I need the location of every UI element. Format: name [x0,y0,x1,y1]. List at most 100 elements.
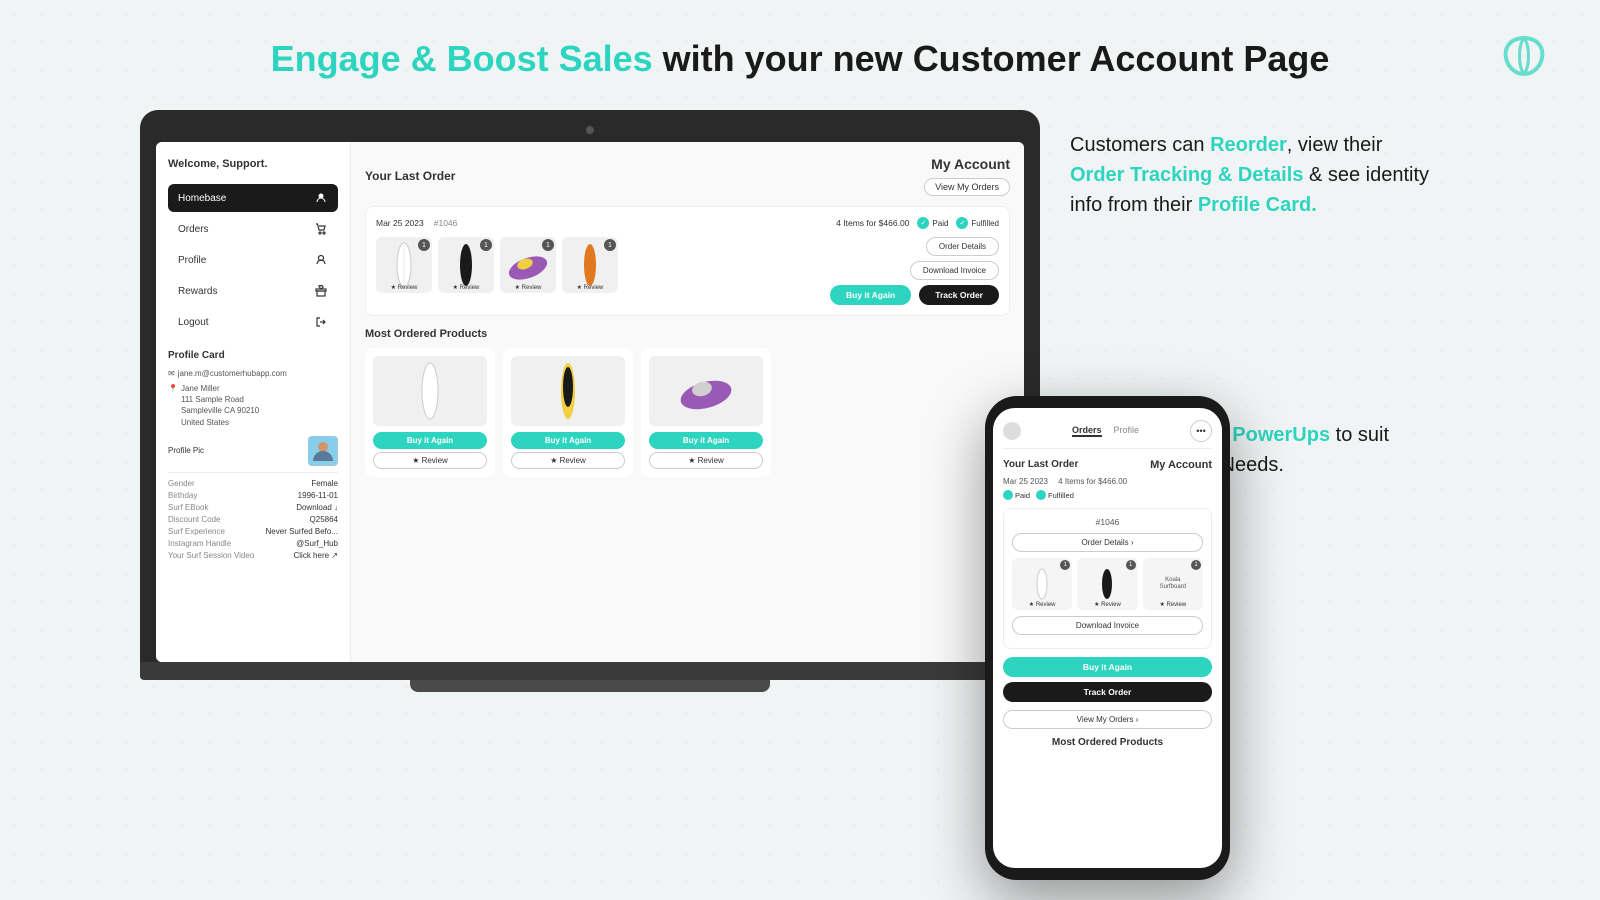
product-img-3 [649,356,763,426]
product2-buy-button[interactable]: Buy it Again [511,432,625,449]
item1-badge: 1 [418,239,430,251]
nav-profile[interactable]: Profile [168,246,338,274]
instagram-label: Instagram Handle [168,539,231,548]
product1-buy-button[interactable]: Buy it Again [373,432,487,449]
right-text-1: Customers can Reorder, view their Order … [1070,130,1430,220]
product-img-1 [373,356,487,426]
profile-pic-row: Profile Pic [168,436,338,473]
phone-buy-again-button[interactable]: Buy it Again [1003,657,1212,677]
paid-label: Paid [932,219,948,228]
product3-review-button[interactable]: ★ Review [649,452,763,469]
teal-reorder: Reorder [1210,134,1287,156]
profile-icon [314,253,328,267]
order-item-4: 1 ★ Review [562,237,618,293]
phone-item3-badge: 1 [1191,560,1201,570]
phone-badges: Paid Fulfilled [1003,490,1212,500]
phone-order-details-button[interactable]: Order Details › [1012,533,1203,552]
nav-homebase[interactable]: Homebase [168,184,338,212]
nav-logout[interactable]: Logout [168,308,338,336]
phone-outer: Orders Profile ••• Your Last Order My Ac… [985,396,1230,880]
profile-discount: Discount Code Q25864 [168,515,338,524]
phone-order-meta: Mar 25 2023 4 Items for $466.00 [1003,477,1212,486]
text-block-1: Customers can Reorder, view their Order … [1070,130,1430,220]
address-text: Jane Miller 111 Sample Road Sampleville … [181,383,259,428]
most-ordered-title: Most Ordered Products [365,328,1010,340]
product3-buy-button[interactable]: Buy it Again [649,432,763,449]
download-invoice-button[interactable]: Download Invoice [910,261,999,280]
fulfilled-badge: ✓ Fulfilled [956,217,999,229]
phone-items-row: 1 ★ Review 1 ★ Review 1 Ko [1012,558,1203,610]
product-img-2 [511,356,625,426]
phone-order-id-card: #1046 Order Details › 1 ★ Review 1 [1003,508,1212,649]
product2-review-button[interactable]: ★ Review [511,452,625,469]
gift-icon [314,284,328,298]
order-actions: Order Details Download Invoice Buy it Ag… [830,237,999,305]
item2-badge: 1 [480,239,492,251]
profile-birthday: Birthday 1996-11-01 [168,491,338,500]
welcome-message: Welcome, Support. [168,158,338,170]
teal-profile: Profile Card. [1198,194,1317,216]
phone-item3-review: ★ Review [1143,601,1203,608]
page-title: Engage & Boost Sales with your new Custo… [0,38,1600,80]
gender-label: Gender [168,479,195,488]
nav-orders[interactable]: Orders [168,215,338,243]
phone-order-header: Your Last Order My Account [1003,459,1212,471]
order-content-row: 1 ★ Review 1 ★ Review [376,237,999,305]
profile-pic-label: Profile Pic [168,446,204,455]
phone-my-account: My Account [1150,459,1212,471]
nav-homebase-label: Homebase [178,193,226,204]
header: Engage & Boost Sales with your new Custo… [0,0,1600,110]
main-area: Your Last Order My Account View My Order… [351,142,1024,662]
page-wrapper: Engage & Boost Sales with your new Custo… [0,0,1600,900]
title-accent: Engage & Boost Sales [271,38,653,79]
welcome-prefix: Welcome, [168,158,222,170]
welcome-name: Support. [222,158,267,170]
phone-more-button[interactable]: ••• [1190,420,1212,442]
most-ordered-section: Most Ordered Products Buy it Again ★ Rev [365,328,1010,477]
product-card-3: Buy it Again ★ Review [641,348,771,477]
location-icon: 📍 [168,383,178,394]
phone-download-button[interactable]: Download Invoice [1012,616,1203,635]
my-account-title: My Account [931,156,1010,172]
laptop-base [140,662,1040,680]
phone-tab-orders[interactable]: Orders [1072,425,1102,437]
order-action-row-2: Download Invoice [830,261,999,280]
phone-nav: Orders Profile ••• [1003,420,1212,449]
phone-paid-badge: Paid [1003,490,1030,500]
phone-track-button[interactable]: Track Order [1003,682,1212,702]
ebook-value: Download ↓ [296,503,338,512]
buy-again-button[interactable]: Buy it Again [830,285,911,305]
item4-review: ★ Review [562,284,618,291]
instagram-value: @Surf_Hub [296,539,338,548]
phone-item2-badge: 1 [1126,560,1136,570]
phone-most-ordered-title: Most Ordered Products [1003,737,1212,748]
order-date: Mar 25 2023 [376,218,424,228]
nav-rewards[interactable]: Rewards [168,277,338,305]
phone-tab-profile[interactable]: Profile [1114,425,1140,437]
phone-your-last-order: Your Last Order [1003,459,1078,471]
profile-ebook: Surf EBook Download ↓ [168,503,338,512]
phone-fulfilled-badge: Fulfilled [1036,490,1074,500]
nav-logout-label: Logout [178,317,209,328]
track-order-button[interactable]: Track Order [919,285,999,305]
logout-icon [314,315,328,329]
brand-logo [1498,30,1550,95]
address-line2: Sampleville CA 90210 [181,405,259,416]
discount-label: Discount Code [168,515,220,524]
view-my-orders-button[interactable]: View My Orders [924,178,1010,196]
video-value: Click here ↗ [294,551,339,560]
phone-item-1: 1 ★ Review [1012,558,1072,610]
phone-view-orders-button[interactable]: View My Orders › [1003,710,1212,729]
phone-order-id: #1046 [1012,517,1203,527]
phone-item-3: 1 KoalaSurfboard ★ Review [1143,558,1203,610]
nav-orders-label: Orders [178,224,209,235]
main-content: Welcome, Support. Homebase Orders [0,110,1600,692]
phone-item2-review: ★ Review [1077,601,1137,608]
profile-pic [308,436,338,466]
profile-experience: Surf Experience Never Surfed Befo... [168,527,338,536]
title-rest: with your new Customer Account Page [653,38,1330,79]
phone-fulfilled-label: Fulfilled [1048,491,1074,500]
order-header: Mar 25 2023 #1046 4 Items for $466.00 ✓ … [376,217,999,229]
product1-review-button[interactable]: ★ Review [373,452,487,469]
order-details-button[interactable]: Order Details [926,237,999,256]
